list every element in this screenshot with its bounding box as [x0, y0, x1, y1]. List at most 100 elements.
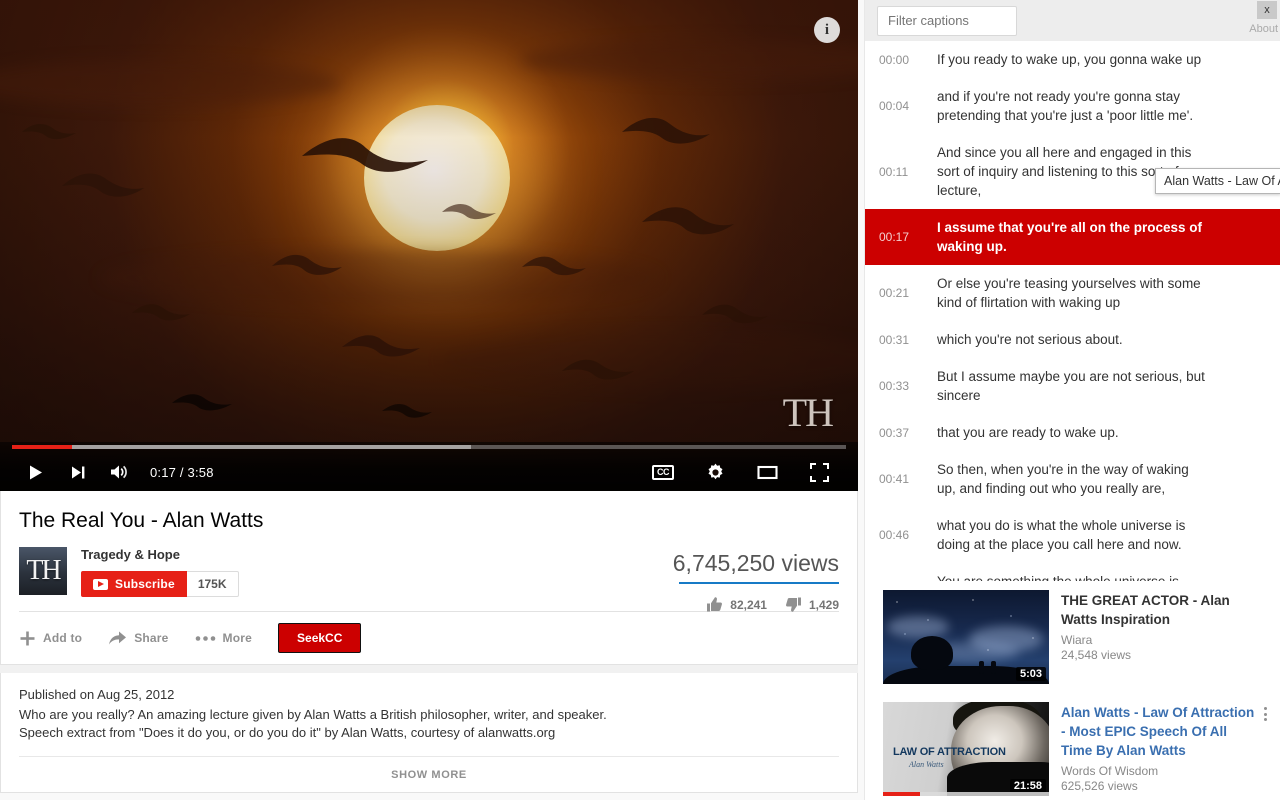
caption-timestamp: 00:33	[879, 379, 910, 393]
publish-date: Published on Aug 25, 2012	[19, 687, 175, 702]
about-link[interactable]: About	[1249, 23, 1278, 35]
video-frame: TH i	[0, 0, 858, 491]
bird-silhouette	[170, 390, 234, 416]
subscribe-label: Subscribe	[115, 577, 175, 591]
next-video-icon[interactable]	[56, 456, 98, 488]
channel-watermark: TH	[782, 390, 834, 435]
theater-mode-icon[interactable]	[746, 456, 788, 488]
bird-silhouette	[20, 120, 78, 144]
subscribe-button[interactable]: Subscribe	[81, 571, 187, 597]
share-label: Share	[134, 631, 169, 645]
caption-text: and if you're not ready you're gonna sta…	[937, 89, 1194, 123]
link-tooltip: Alan Watts - Law Of At	[1155, 168, 1280, 194]
bird-silhouette	[270, 250, 344, 282]
related-video-views: 24,548 views	[1061, 648, 1132, 662]
caption-timestamp: 00:37	[879, 425, 910, 440]
caption-timestamp: 00:41	[879, 472, 910, 486]
caption-timestamp: 00:21	[879, 286, 910, 300]
caption-row[interactable]: 00:21 Or else you're teasing yourselves …	[865, 265, 1280, 321]
bird-silhouette	[620, 112, 712, 152]
play-icon[interactable]	[14, 456, 56, 488]
filter-captions-input[interactable]	[877, 5, 1017, 36]
subscriber-count[interactable]: 175K	[186, 571, 239, 597]
share-button[interactable]: Share	[108, 630, 194, 647]
like-button[interactable]: 82,241	[706, 596, 767, 613]
bird-silhouette	[300, 130, 430, 186]
description-line-2: Speech extract from "Does it do you, or …	[19, 725, 556, 740]
share-arrow-icon	[109, 631, 127, 644]
related-video-channel[interactable]: Words Of Wisdom	[1061, 764, 1261, 778]
like-count: 82,241	[730, 597, 767, 612]
video-duration: 21:58	[1009, 779, 1046, 793]
video-actions-row: Add to Share More SeekCC	[19, 611, 839, 664]
ellipsis-icon	[195, 635, 215, 641]
view-count: 6,745,250 views	[672, 550, 839, 576]
more-button[interactable]: More	[195, 631, 278, 645]
caption-timestamp: 00:46	[879, 528, 910, 542]
caption-row[interactable]: 00:00 If you ready to wake up, you gonna…	[865, 41, 1280, 78]
avatar[interactable]: TH	[19, 547, 67, 595]
add-to-button[interactable]: Add to	[19, 630, 108, 647]
section-divider	[0, 665, 858, 673]
video-player[interactable]: TH i 0:17 / 3:58 CC	[0, 0, 858, 491]
bird-silhouette	[340, 330, 422, 364]
progress-played	[12, 445, 73, 449]
dislike-button[interactable]: 1,429	[785, 596, 839, 613]
avatar-label: TH	[26, 555, 61, 586]
related-video-channel[interactable]: Wiara	[1061, 633, 1261, 647]
volume-icon[interactable]	[98, 456, 140, 488]
video-duration: 5:03	[1015, 667, 1046, 681]
caption-row-partial[interactable]: You are something the whole universe is	[865, 563, 1280, 581]
related-video-title[interactable]: THE GREAT ACTOR - Alan Watts Inspiration	[1061, 591, 1261, 629]
related-video-item[interactable]: LAW OF ATTRACTION Alan Watts 21:58 Alan …	[865, 693, 1280, 800]
caption-timestamp: 00:00	[879, 52, 910, 67]
caption-text: But I assume maybe you are not serious, …	[937, 369, 1205, 403]
bird-silhouette	[700, 300, 770, 330]
kebab-menu-icon[interactable]	[1258, 707, 1272, 721]
caption-row[interactable]: 00:33 But I assume maybe you are not ser…	[865, 358, 1280, 414]
caption-row-active[interactable]: 00:17 I assume that you're all on the pr…	[865, 209, 1280, 265]
caption-timestamp: 00:04	[879, 99, 910, 113]
caption-row[interactable]: 00:41 So then, when you're in the way of…	[865, 451, 1280, 507]
caption-timestamp	[879, 572, 937, 581]
fullscreen-icon[interactable]	[798, 456, 840, 488]
page-title: The Real You - Alan Watts	[19, 509, 264, 532]
video-thumbnail[interactable]: 5:03	[883, 590, 1049, 684]
dislike-count: 1,429	[808, 597, 839, 612]
progress-bar[interactable]	[12, 445, 846, 449]
show-more-button[interactable]: SHOW MORE	[19, 756, 839, 792]
caption-timestamp: 00:17	[879, 230, 910, 244]
seekcc-button[interactable]: SeekCC	[278, 623, 362, 653]
info-icon[interactable]: i	[814, 17, 840, 43]
video-meta-card: The Real You - Alan Watts TH Tragedy & H…	[0, 491, 858, 665]
video-thumbnail[interactable]: LAW OF ATTRACTION Alan Watts 21:58	[883, 702, 1049, 796]
youtube-play-icon	[93, 578, 108, 590]
caption-timestamp: 00:31	[879, 332, 910, 347]
secondary-column: x About 00:00 If you ready to wake up, y…	[864, 0, 1280, 800]
related-video-item[interactable]: 5:03 THE GREAT ACTOR - Alan Watts Inspir…	[865, 581, 1280, 693]
caption-row[interactable]: 00:04 and if you're not ready you're gon…	[865, 78, 1280, 134]
caption-row[interactable]: 00:46 what you do is what the whole univ…	[865, 507, 1280, 563]
close-icon[interactable]: x	[1257, 1, 1277, 19]
caption-row[interactable]: 00:37 that you are ready to wake up.	[865, 414, 1280, 451]
captions-list: 00:00 If you ready to wake up, you gonna…	[865, 41, 1280, 581]
related-videos-list: 5:03 THE GREAT ACTOR - Alan Watts Inspir…	[865, 581, 1280, 800]
thumbnail-title-text: LAW OF ATTRACTION	[893, 746, 1006, 758]
bird-silhouette	[130, 300, 192, 326]
gear-icon[interactable]	[694, 456, 736, 488]
description-line-1: Who are you really? An amazing lecture g…	[19, 707, 607, 722]
caption-row[interactable]: 00:31 which you're not serious about.	[865, 321, 1280, 358]
caption-timestamp: 00:11	[879, 164, 909, 179]
player-controls-bar: 0:17 / 3:58 CC	[0, 442, 858, 491]
bird-silhouette	[640, 200, 736, 242]
thumb-down-icon	[785, 597, 801, 612]
bird-silhouette	[520, 252, 588, 282]
channel-name[interactable]: Tragedy & Hope	[81, 547, 239, 571]
views-block: 6,745,250 views 82,241 1,429	[673, 549, 839, 613]
bird-silhouette	[380, 400, 434, 422]
ratings-row: 82,241 1,429	[673, 596, 839, 613]
time-display: 0:17 / 3:58	[150, 464, 214, 480]
related-video-title[interactable]: Alan Watts - Law Of Attraction - Most EP…	[1061, 703, 1261, 760]
thumbnail-subtitle-text: Alan Watts	[909, 760, 944, 769]
captions-cc-icon[interactable]: CC	[642, 456, 684, 488]
